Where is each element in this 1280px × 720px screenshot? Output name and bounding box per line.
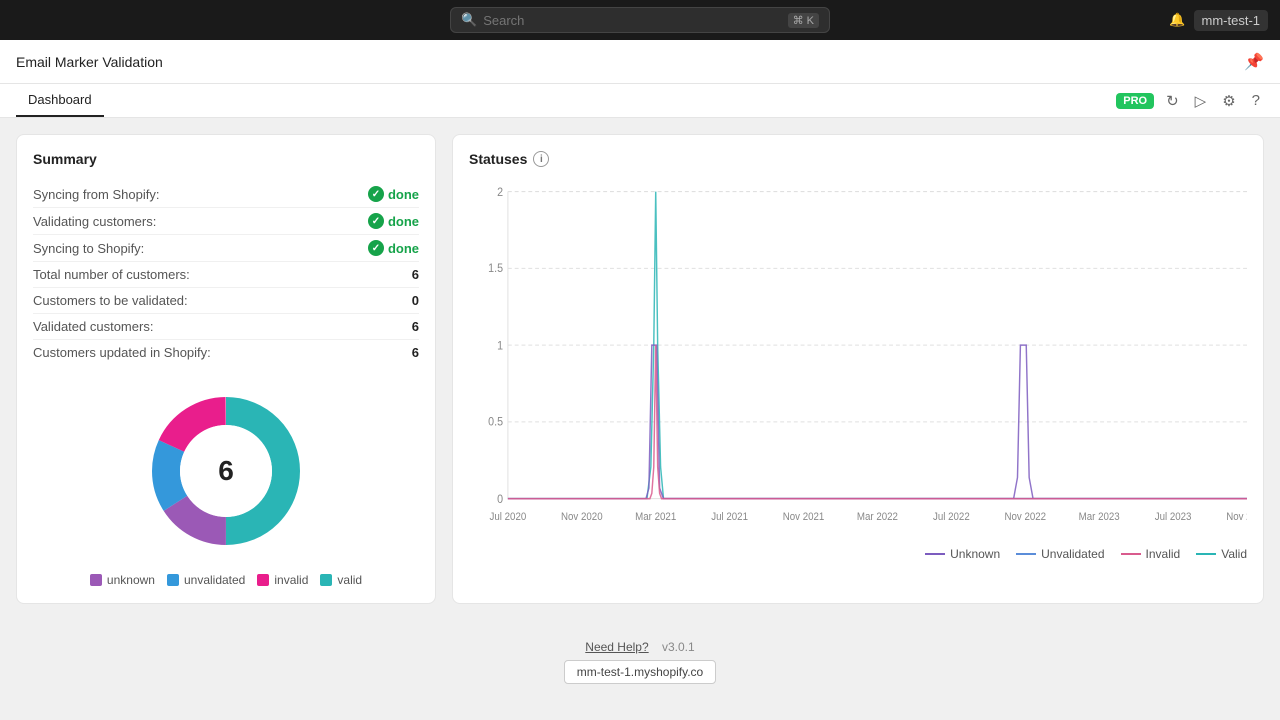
tab-bar: Dashboard PRO ↻ ▷ ⚙ ? bbox=[0, 84, 1280, 118]
summary-row-label: Total number of customers: bbox=[33, 267, 190, 282]
statuses-info-icon[interactable]: i bbox=[533, 151, 549, 167]
svg-text:Mar 2022: Mar 2022 bbox=[857, 511, 898, 522]
summary-row-label: Customers updated in Shopify: bbox=[33, 345, 211, 360]
summary-row-label: Syncing to Shopify: bbox=[33, 241, 144, 256]
summary-title: Summary bbox=[33, 151, 419, 167]
svg-text:Jul 2023: Jul 2023 bbox=[1155, 511, 1192, 522]
svg-text:Mar 2021: Mar 2021 bbox=[635, 511, 676, 522]
svg-text:Nov 2021: Nov 2021 bbox=[783, 511, 825, 522]
svg-text:Nov 2022: Nov 2022 bbox=[1004, 511, 1046, 522]
summary-row: Total number of customers: 6 bbox=[33, 262, 419, 288]
svg-text:0.5: 0.5 bbox=[488, 416, 503, 428]
chart-legend-item: Invalid bbox=[1121, 547, 1181, 561]
svg-text:1.5: 1.5 bbox=[488, 263, 503, 275]
summary-row-label: Syncing from Shopify: bbox=[33, 187, 159, 202]
svg-text:Nov 2020: Nov 2020 bbox=[561, 511, 603, 522]
summary-row: Validating customers: ✓ done bbox=[33, 208, 419, 235]
header-bar: Email Marker Validation 📌 bbox=[0, 40, 1280, 84]
chart-legend-item: Unvalidated bbox=[1016, 547, 1104, 561]
statuses-card: Statuses i 0 0.5 1 1.5 2 bbox=[452, 134, 1264, 604]
legend-item: valid bbox=[320, 573, 362, 587]
legend-item: unvalidated bbox=[167, 573, 245, 587]
svg-text:Jul 2020: Jul 2020 bbox=[490, 511, 527, 522]
summary-row-value: 6 bbox=[412, 345, 419, 360]
summary-row: Customers updated in Shopify: 6 bbox=[33, 340, 419, 365]
summary-row: Syncing from Shopify: ✓ done bbox=[33, 181, 419, 208]
search-bar[interactable]: 🔍 ⌘ K bbox=[450, 7, 830, 33]
chart-legend-item: Valid bbox=[1196, 547, 1247, 561]
summary-row: Customers to be validated: 0 bbox=[33, 288, 419, 314]
summary-row-label: Customers to be validated: bbox=[33, 293, 188, 308]
legend-item: unknown bbox=[90, 573, 155, 587]
done-badge: ✓ done bbox=[368, 213, 419, 229]
svg-text:Mar 2023: Mar 2023 bbox=[1079, 511, 1120, 522]
page-title: Email Marker Validation bbox=[16, 54, 163, 70]
statuses-chart: 0 0.5 1 1.5 2 Jul 2020 Nov 2020 Mar 2021… bbox=[469, 181, 1247, 541]
search-input[interactable] bbox=[483, 13, 781, 28]
chart-legend: Unknown Unvalidated Invalid Valid bbox=[469, 547, 1247, 561]
donut-chart: 6 bbox=[136, 381, 316, 561]
done-badge: ✓ done bbox=[368, 240, 419, 256]
statuses-title: Statuses i bbox=[469, 151, 1247, 167]
search-shortcut: ⌘ K bbox=[788, 13, 819, 28]
donut-center-value: 6 bbox=[218, 455, 234, 487]
summary-row-value: 6 bbox=[412, 267, 419, 282]
help-icon[interactable]: ? bbox=[1248, 88, 1264, 113]
topbar: 🔍 ⌘ K 🔔 mm-test-1 bbox=[0, 0, 1280, 40]
donut-legend: unknown unvalidated invalid valid bbox=[90, 573, 362, 587]
version-text: v3.0.1 bbox=[662, 640, 695, 654]
play-icon[interactable]: ▷ bbox=[1191, 88, 1211, 114]
summary-row: Syncing to Shopify: ✓ done bbox=[33, 235, 419, 262]
settings-icon[interactable]: ⚙ bbox=[1218, 88, 1239, 114]
svg-text:Jul 2021: Jul 2021 bbox=[711, 511, 748, 522]
notification-bell-icon[interactable]: 🔔 bbox=[1169, 12, 1185, 28]
store-url: mm-test-1.myshopify.co bbox=[564, 660, 716, 684]
tab-actions: PRO ↻ ▷ ⚙ ? bbox=[1116, 88, 1264, 114]
svg-text:Nov 2023: Nov 2023 bbox=[1226, 511, 1247, 522]
done-badge: ✓ done bbox=[368, 186, 419, 202]
footer: Need Help? v3.0.1 mm-test-1.myshopify.co bbox=[0, 620, 1280, 704]
summary-card: Summary Syncing from Shopify:✓ doneValid… bbox=[16, 134, 436, 604]
main-content: Summary Syncing from Shopify:✓ doneValid… bbox=[0, 118, 1280, 620]
search-icon: 🔍 bbox=[461, 12, 477, 28]
donut-container: 6 unknown unvalidated invalid valid bbox=[33, 381, 419, 587]
legend-item: invalid bbox=[257, 573, 308, 587]
summary-row-value: 0 bbox=[412, 293, 419, 308]
pin-icon[interactable]: 📌 bbox=[1244, 52, 1264, 72]
help-link[interactable]: Need Help? bbox=[585, 640, 648, 654]
tab-dashboard[interactable]: Dashboard bbox=[16, 84, 104, 117]
svg-text:1: 1 bbox=[497, 340, 503, 352]
chart-legend-item: Unknown bbox=[925, 547, 1000, 561]
svg-text:0: 0 bbox=[497, 494, 503, 506]
summary-row-label: Validating customers: bbox=[33, 214, 156, 229]
topbar-user: mm-test-1 bbox=[1194, 10, 1269, 31]
summary-row: Validated customers: 6 bbox=[33, 314, 419, 340]
summary-rows: Syncing from Shopify:✓ doneValidating cu… bbox=[33, 181, 419, 365]
svg-text:Jul 2022: Jul 2022 bbox=[933, 511, 970, 522]
summary-row-value: 6 bbox=[412, 319, 419, 334]
summary-row-label: Validated customers: bbox=[33, 319, 153, 334]
pro-badge: PRO bbox=[1116, 93, 1154, 109]
svg-text:2: 2 bbox=[497, 186, 503, 198]
refresh-icon[interactable]: ↻ bbox=[1162, 88, 1183, 114]
